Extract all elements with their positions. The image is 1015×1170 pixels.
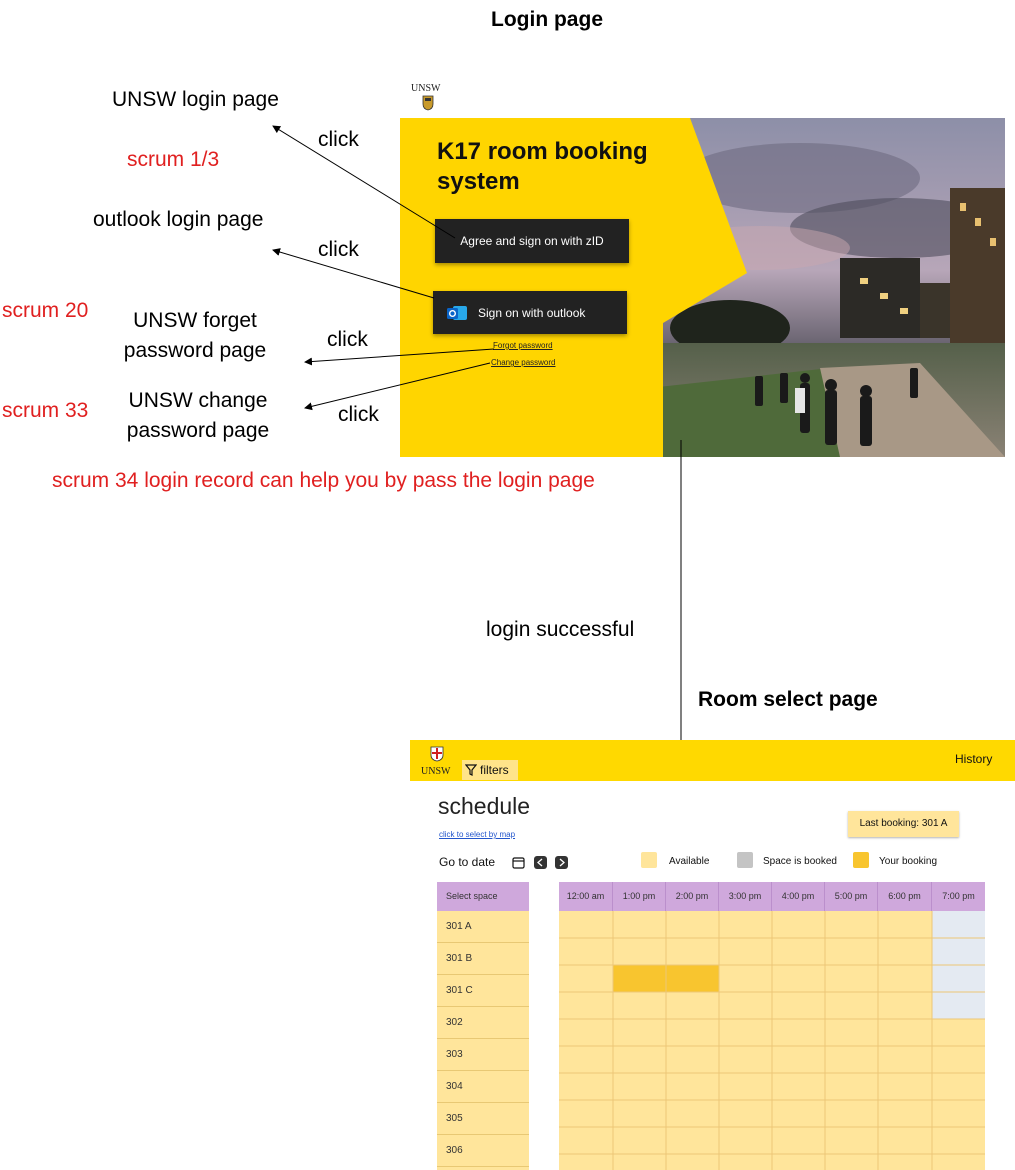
legend-available-swatch — [641, 852, 657, 868]
time-header-cell: 5:00 pm — [825, 882, 878, 911]
legend-booked-swatch — [737, 852, 753, 868]
space-row-301c[interactable]: 301 C — [437, 975, 529, 1007]
room-unsw-logo-text: UNSW — [421, 766, 451, 777]
prev-date-icon[interactable] — [534, 856, 547, 869]
time-header-cell: 2:00 pm — [666, 882, 719, 911]
next-date-icon[interactable] — [555, 856, 568, 869]
legend-booked-label: Space is booked — [763, 856, 837, 867]
schedule-grid-lines — [559, 911, 985, 1170]
select-by-map-link[interactable]: click to select by map — [439, 830, 515, 839]
time-header-cell: 12:00 am — [559, 882, 613, 911]
legend-yours-swatch — [853, 852, 869, 868]
arrow-change-to-change-page — [304, 362, 491, 411]
space-row-303[interactable]: 303 — [437, 1039, 529, 1071]
filter-icon — [465, 764, 477, 776]
space-row-301a[interactable]: 301 A — [437, 911, 529, 943]
arrow-zid-to-unsw-login — [272, 125, 456, 239]
space-row-302[interactable]: 302 — [437, 1007, 529, 1039]
space-row-301b[interactable]: 301 B — [437, 943, 529, 975]
arrow-forgot-to-forget-page — [304, 348, 495, 366]
filters-label: filters — [480, 763, 509, 777]
space-row-306[interactable]: 306 — [437, 1135, 529, 1167]
room-header-bar: UNSW filters History — [410, 740, 1015, 781]
time-header-cell: 6:00 pm — [878, 882, 932, 911]
legend-available-label: Available — [669, 856, 710, 867]
go-to-date-label: Go to date — [439, 855, 496, 869]
unsw-crest-small-icon — [430, 746, 444, 762]
time-header-cell: 7:00 pm — [932, 882, 985, 911]
time-header-cell: 1:00 pm — [613, 882, 666, 911]
calendar-icon[interactable] — [512, 856, 525, 869]
history-link[interactable]: History — [955, 752, 992, 766]
last-booking-badge[interactable]: Last booking: 301 A — [848, 811, 959, 837]
arrow-outlook-to-outlook-login — [272, 248, 435, 299]
space-row-304[interactable]: 304 — [437, 1071, 529, 1103]
legend-yours-label: Your booking — [879, 856, 938, 867]
select-space-header: Select space — [437, 882, 529, 911]
schedule-title: schedule — [438, 793, 531, 819]
filters-button[interactable]: filters — [462, 760, 518, 780]
time-header-cell: 4:00 pm — [772, 882, 825, 911]
space-row-305[interactable]: 305 — [437, 1103, 529, 1135]
time-header-cell: 3:00 pm — [719, 882, 772, 911]
